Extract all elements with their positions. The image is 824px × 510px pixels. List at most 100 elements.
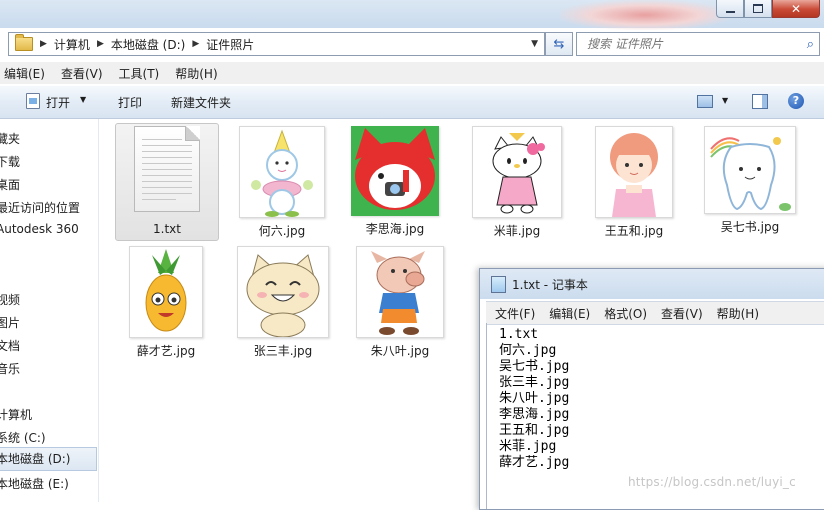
file-name: 王五和.jpg: [604, 224, 664, 238]
nav-item-music[interactable]: 音乐: [0, 360, 20, 377]
breadcrumb-computer[interactable]: 计算机: [54, 36, 90, 53]
text-line: [142, 193, 192, 194]
menu-view[interactable]: 查看(V): [61, 65, 103, 82]
watermark: https://blog.csdn.net/luyi_c: [628, 475, 796, 489]
pig-image: [371, 251, 425, 335]
change-view-icon[interactable]: [697, 95, 713, 108]
notepad-window: 1.txt - 记事本 文件(F) 编辑(E) 格式(O) 查看(V) 帮助(H…: [479, 268, 824, 510]
red-fox-thumbnail: [351, 126, 439, 216]
nav-item-pictures[interactable]: 图片: [0, 314, 20, 331]
nav-item-downloads[interactable]: 下载: [0, 153, 20, 170]
notepad-title-bar[interactable]: 1.txt - 记事本: [480, 269, 824, 299]
nav-item-favorites[interactable]: 藏夹: [0, 130, 20, 147]
menu-help[interactable]: 帮助(H): [175, 65, 217, 82]
file-name: 1.txt: [153, 222, 181, 236]
nav-item-drive-d-label: 本地磁盘 (D:): [0, 452, 71, 466]
title-glow: [560, 0, 730, 30]
notepad-icon: [491, 275, 506, 293]
file-item[interactable]: 朱八叶.jpg: [350, 246, 450, 359]
red-fox-image: [351, 126, 439, 216]
file-item[interactable]: 吴七书.jpg: [700, 126, 800, 235]
navigation-pane: 藏夹 下载 桌面 最近访问的位置 Autodesk 360 视频 图片 文档 音…: [0, 119, 99, 502]
breadcrumb-folder[interactable]: 证件照片: [206, 36, 254, 53]
command-toolbar: 打开 ▼ 打印 新建文件夹 ▼ ?: [0, 86, 824, 119]
file-item[interactable]: 薛才艺.jpg: [116, 246, 216, 359]
minimize-button[interactable]: [716, 0, 744, 18]
notepad-menu-help[interactable]: 帮助(H): [717, 305, 759, 322]
breadcrumb-drive-d[interactable]: 本地磁盘 (D:): [111, 36, 185, 53]
text-line: 朱八叶.jpg: [499, 391, 570, 406]
window-controls: ✕: [716, 0, 820, 18]
file-name: 张三丰.jpg: [253, 344, 313, 358]
print-button[interactable]: 打印: [118, 94, 142, 111]
file-name: 何六.jpg: [258, 224, 306, 238]
address-bar[interactable]: ▶ 计算机 ▶ 本地磁盘 (D:) ▶ 证件照片 ▼: [8, 32, 545, 56]
girl-thumbnail: [595, 126, 673, 218]
text-line: [142, 163, 192, 164]
text-line: [142, 175, 192, 176]
chevron-right-icon[interactable]: ▶: [40, 39, 47, 49]
maximize-button[interactable]: [744, 0, 772, 18]
kitty-image: [492, 133, 545, 214]
menu-edit[interactable]: 编辑(E): [4, 65, 45, 82]
text-line: [142, 139, 182, 140]
nav-item-drive-d[interactable]: 本地磁盘 (D:): [0, 447, 97, 471]
open-icon: [26, 93, 40, 109]
text-line: 米菲.jpg: [499, 439, 557, 454]
search-box[interactable]: ⌕: [576, 32, 820, 56]
file-item[interactable]: 王五和.jpg: [584, 126, 684, 239]
text-line: 王五和.jpg: [499, 423, 570, 438]
file-name: 薛才艺.jpg: [136, 344, 196, 358]
nav-item-documents[interactable]: 文档: [0, 337, 20, 354]
snowman-thumbnail: [239, 126, 325, 218]
notepad-menu-view[interactable]: 查看(V): [661, 305, 703, 322]
chevron-down-icon[interactable]: ▼: [80, 95, 86, 104]
file-name: 李思海.jpg: [365, 222, 425, 236]
new-folder-button[interactable]: 新建文件夹: [171, 94, 231, 111]
nav-item-recent-places[interactable]: 最近访问的位置: [0, 199, 80, 216]
file-item[interactable]: 米菲.jpg: [467, 126, 567, 239]
tooth-thumbnail: [704, 126, 796, 214]
menu-tools[interactable]: 工具(T): [119, 65, 160, 82]
search-input[interactable]: [585, 36, 799, 52]
notepad-menu-file[interactable]: 文件(F): [495, 305, 535, 322]
text-line: [142, 181, 192, 182]
nav-item-desktop[interactable]: 桌面: [0, 176, 20, 193]
pineapple-thumbnail: [129, 246, 203, 338]
chevron-right-icon[interactable]: ▶: [97, 39, 104, 49]
nav-item-drive-e[interactable]: 本地磁盘 (E:): [0, 475, 69, 492]
chevron-down-icon[interactable]: ▼: [531, 39, 538, 49]
folder-icon: [15, 34, 33, 51]
nav-item-videos[interactable]: 视频: [0, 291, 20, 308]
close-button[interactable]: ✕: [772, 0, 820, 18]
cat-image: [246, 254, 320, 338]
nav-item-drive-c[interactable]: 系统 (C:): [0, 429, 46, 446]
refresh-button[interactable]: ⇆: [545, 32, 573, 56]
file-item[interactable]: 李思海.jpg: [345, 126, 445, 237]
notepad-menu-edit[interactable]: 编辑(E): [549, 305, 590, 322]
chevron-right-icon[interactable]: ▶: [192, 39, 199, 49]
chevron-down-icon[interactable]: ▼: [722, 96, 728, 105]
snowman-image: [251, 129, 313, 217]
open-button[interactable]: 打开: [46, 94, 70, 111]
text-line: 张三丰.jpg: [499, 375, 570, 390]
text-line: 1.txt: [499, 327, 539, 342]
search-icon[interactable]: ⌕: [807, 37, 814, 52]
file-item[interactable]: 1.txt: [115, 123, 219, 241]
preview-pane-icon[interactable]: [752, 94, 768, 109]
help-icon[interactable]: ?: [788, 93, 804, 109]
notepad-menu-format[interactable]: 格式(O): [604, 305, 647, 322]
nav-item-computer[interactable]: 计算机: [0, 406, 32, 423]
file-item[interactable]: 张三丰.jpg: [233, 246, 333, 359]
text-line: [142, 145, 192, 146]
file-item[interactable]: 何六.jpg: [232, 126, 332, 239]
maximize-icon: [753, 4, 763, 13]
nav-item-autodesk-360[interactable]: Autodesk 360: [0, 222, 79, 236]
tooth-image: [710, 137, 791, 211]
file-name: 米菲.jpg: [493, 224, 541, 238]
notepad-title: 1.txt - 记事本: [512, 277, 588, 292]
text-line: [142, 151, 192, 152]
pineapple-image: [145, 249, 187, 332]
file-name: 朱八叶.jpg: [370, 344, 430, 358]
page-fold: [185, 126, 200, 141]
